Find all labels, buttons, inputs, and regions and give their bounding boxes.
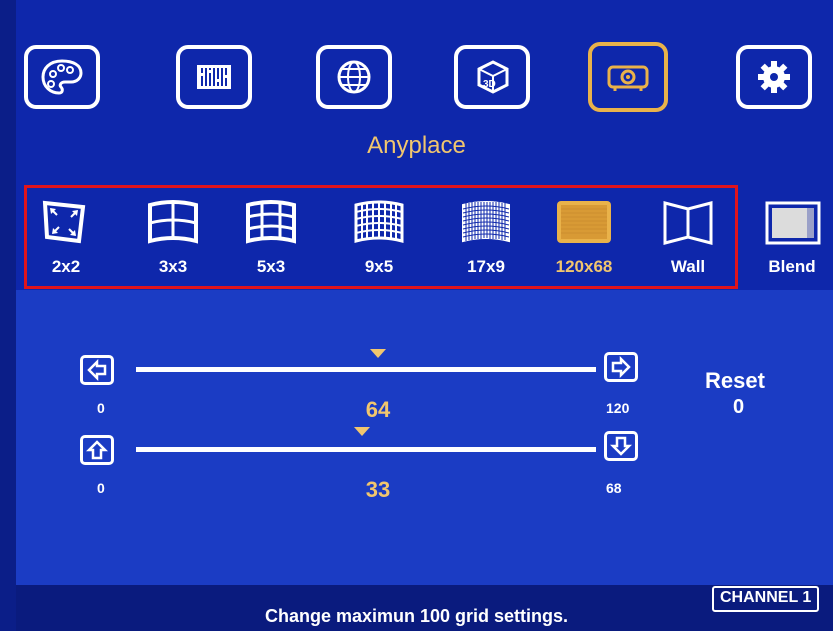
category-settings-button[interactable] bbox=[736, 45, 812, 109]
grid-5x3-icon bbox=[246, 200, 296, 244]
arrow-up-icon bbox=[86, 440, 108, 460]
mode-5x3[interactable]: 5x3 bbox=[231, 197, 311, 287]
horizontal-slider-track[interactable] bbox=[136, 367, 596, 372]
svg-text:3D: 3D bbox=[483, 79, 496, 90]
vertical-slider-thumb[interactable] bbox=[354, 427, 370, 436]
category-color-button[interactable] bbox=[24, 45, 100, 109]
3d-icon: 3D bbox=[477, 60, 509, 94]
section-title: Anyplace bbox=[367, 132, 466, 159]
left-border bbox=[0, 0, 16, 631]
reset-button[interactable]: Reset bbox=[705, 368, 765, 394]
vertical-min-value: 0 bbox=[97, 480, 105, 496]
grid-3x3-icon bbox=[148, 200, 198, 244]
mode-17x9[interactable]: 17x9 bbox=[446, 197, 526, 287]
horizontal-max-value: 120 bbox=[606, 400, 630, 416]
palette-icon bbox=[41, 59, 83, 95]
mode-wall[interactable]: Wall bbox=[648, 197, 728, 287]
mode-120x68[interactable]: 120x68 bbox=[544, 197, 624, 287]
grid-9x5-icon bbox=[354, 200, 404, 243]
mode-label: 120x68 bbox=[555, 257, 613, 276]
arrow-left-icon bbox=[87, 359, 107, 381]
horizontal-left-button[interactable] bbox=[80, 355, 114, 385]
grid-2x2-icon bbox=[42, 200, 86, 244]
mode-label: 2x2 bbox=[51, 257, 81, 276]
blend-icon bbox=[765, 201, 821, 245]
category-network-button[interactable] bbox=[316, 45, 392, 109]
gear-icon bbox=[758, 61, 790, 93]
mode-label: Blend bbox=[768, 257, 816, 276]
grid-17x9-icon bbox=[462, 201, 510, 243]
reset-value: 0 bbox=[733, 396, 745, 418]
vertical-down-button[interactable] bbox=[604, 431, 638, 461]
grid-120x68-icon bbox=[557, 201, 611, 243]
category-adjust-button[interactable] bbox=[176, 45, 252, 109]
mode-9x5[interactable]: 9x5 bbox=[339, 197, 419, 287]
mode-label: Wall bbox=[670, 257, 706, 276]
mode-blend[interactable]: Blend bbox=[752, 197, 832, 287]
mode-label: 5x3 bbox=[256, 257, 286, 276]
mode-label: 3x3 bbox=[158, 257, 188, 276]
horizontal-min-value: 0 bbox=[97, 400, 105, 416]
horizontal-slider-thumb[interactable] bbox=[370, 349, 386, 358]
vertical-current-value: 33 bbox=[365, 477, 391, 502]
vertical-slider-track[interactable] bbox=[136, 447, 596, 452]
horizontal-current-value: 64 bbox=[365, 397, 391, 422]
vertical-up-button[interactable] bbox=[80, 435, 114, 465]
settings-panel bbox=[0, 290, 833, 585]
mode-2x2[interactable]: 2x2 bbox=[26, 197, 106, 287]
category-3d-button[interactable]: 3D bbox=[454, 45, 530, 109]
globe-icon bbox=[337, 60, 371, 94]
sliders-icon bbox=[197, 65, 231, 89]
arrow-right-icon bbox=[611, 356, 631, 378]
category-projector-button[interactable] bbox=[588, 42, 668, 112]
status-message: Change maximun 100 grid settings. bbox=[264, 606, 569, 626]
horizontal-right-button[interactable] bbox=[604, 352, 638, 382]
mode-label: 9x5 bbox=[364, 257, 394, 276]
wall-icon bbox=[663, 201, 713, 245]
arrow-down-icon bbox=[610, 436, 632, 456]
vertical-max-value: 68 bbox=[606, 480, 622, 496]
mode-label: 17x9 bbox=[467, 257, 505, 276]
projector-icon bbox=[607, 65, 649, 91]
mode-3x3[interactable]: 3x3 bbox=[133, 197, 213, 287]
